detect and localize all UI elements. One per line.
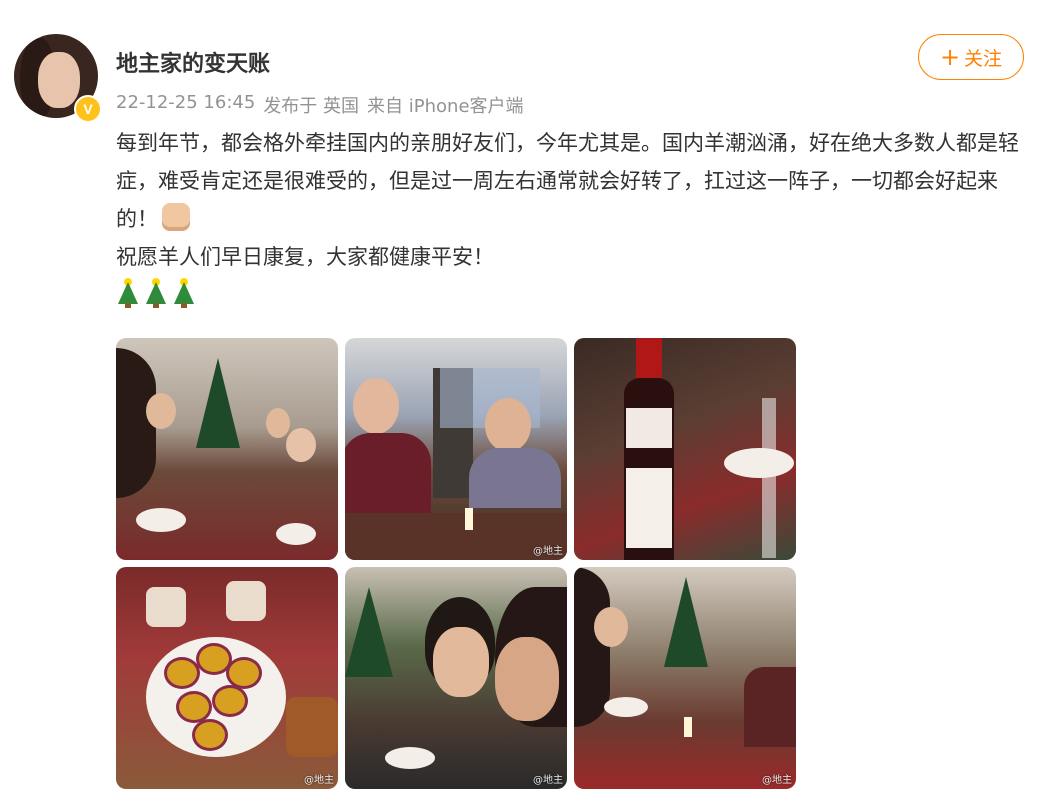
post-meta: 22-12-25 16:45 发布于 英国 来自 iPhone客户端 bbox=[116, 92, 524, 118]
follow-label: 关注 bbox=[964, 47, 1003, 70]
christmas-tree-icon bbox=[144, 278, 168, 308]
verified-badge-icon: V bbox=[74, 95, 102, 123]
photo-watermark: @地主 bbox=[533, 775, 563, 786]
avatar-face bbox=[38, 52, 80, 108]
post-date[interactable]: 22-12-25 16:45 bbox=[116, 92, 255, 118]
post-paragraph-1: 每到年节，都会格外牵挂国内的亲朋好友们，今年尤其是。国内羊潮汹涌，好在绝大多数人… bbox=[116, 131, 1019, 231]
christmas-tree-icon bbox=[172, 278, 196, 308]
post-source: 来自 iPhone客户端 bbox=[367, 96, 524, 117]
photo-passion-fruit[interactable]: @地主 bbox=[116, 567, 338, 789]
post-paragraph-2: 祝愿羊人们早日康复，大家都健康平安！ bbox=[116, 245, 494, 269]
fist-emoji-icon bbox=[162, 203, 190, 231]
photo-watermark: @地主 bbox=[533, 546, 563, 557]
photo-couple[interactable]: @地主 bbox=[345, 338, 567, 560]
photo-wine-bottle[interactable] bbox=[574, 338, 796, 560]
post-location: 发布于 英国 bbox=[263, 96, 360, 117]
plus-icon: + bbox=[939, 43, 961, 71]
photo-watermark: @地主 bbox=[304, 775, 334, 786]
christmas-tree-icon bbox=[116, 278, 140, 308]
photo-family-table[interactable]: @地主 bbox=[574, 567, 796, 789]
follow-button[interactable]: + 关注 bbox=[918, 34, 1024, 80]
photo-selfie-son[interactable]: @地主 bbox=[345, 567, 567, 789]
photo-watermark: @地主 bbox=[762, 775, 792, 786]
username[interactable]: 地主家的变天账 bbox=[116, 46, 270, 78]
photo-dinner-table[interactable] bbox=[116, 338, 338, 560]
post-text: 每到年节，都会格外牵挂国内的亲朋好友们，今年尤其是。国内羊潮汹涌，好在绝大多数人… bbox=[116, 124, 1021, 308]
christmas-tree-emojis bbox=[116, 278, 1021, 308]
photo-grid: @地主 @地主 @地主 @地主 bbox=[116, 338, 796, 789]
